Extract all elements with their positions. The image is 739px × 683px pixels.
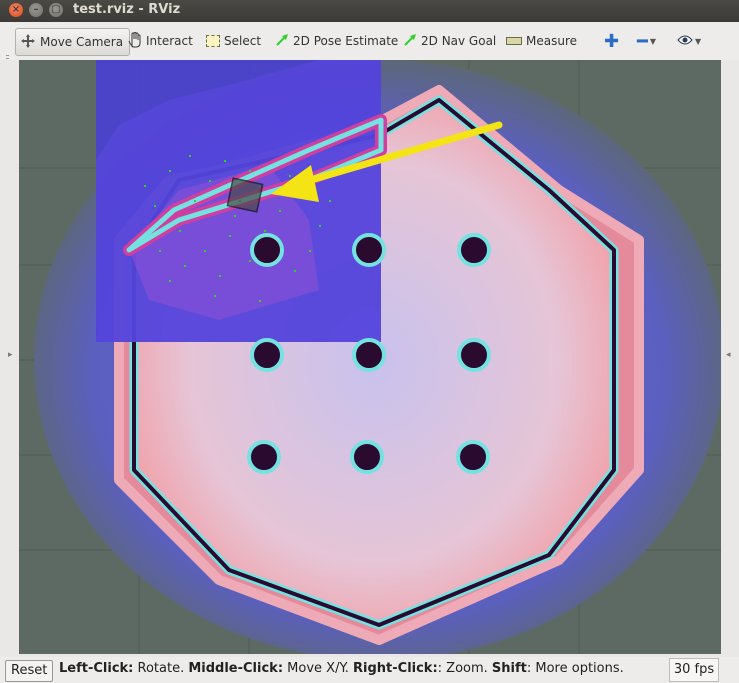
add-tool-button[interactable]: ✚ <box>604 28 619 54</box>
chevron-down-icon: ▼ <box>649 36 656 46</box>
interact-tool-button[interactable]: Interact <box>128 28 193 54</box>
help-left-click-val: Rotate. <box>133 661 189 676</box>
close-window-button[interactable]: × <box>9 3 23 17</box>
costmap-render[interactable] <box>19 60 721 654</box>
nav-goal-tool-button[interactable]: 2D Nav Goal <box>404 28 496 54</box>
measure-label: Measure <box>526 34 577 48</box>
nav-goal-label: 2D Nav Goal <box>421 34 497 48</box>
help-right-click-key: Right-Click: <box>353 661 438 676</box>
select-icon <box>206 35 220 47</box>
help-shift-key: Shift <box>491 661 527 676</box>
move-camera-label: Move Camera <box>40 35 124 49</box>
window-title: test.rviz - RViz <box>73 2 181 17</box>
expand-right-icon[interactable]: ◂ <box>726 350 731 360</box>
right-dock-handle[interactable]: ◂ <box>721 60 739 654</box>
help-left-click-key: Left-Click: <box>59 661 134 676</box>
remove-tool-button[interactable]: ━ ▼ <box>637 28 656 54</box>
chevron-down-icon: ▼ <box>695 36 702 46</box>
move-camera-icon <box>20 33 36 52</box>
hand-icon <box>128 31 142 51</box>
title-bar: × – ▢ test.rviz - RViz <box>0 0 739 22</box>
fps-readout: 30 fps <box>669 658 719 682</box>
status-bar: Reset Left-Click: Rotate. Middle-Click: … <box>0 657 739 683</box>
move-camera-tool-button[interactable]: Move Camera <box>15 28 131 56</box>
interact-label: Interact <box>146 34 193 48</box>
view-options-button[interactable]: ▼ <box>677 28 701 54</box>
help-right-click-val: : Zoom. <box>437 661 492 676</box>
left-dock-handle[interactable]: ▸ <box>0 60 19 654</box>
maximize-window-button[interactable]: ▢ <box>49 3 63 17</box>
select-label: Select <box>224 34 262 48</box>
help-shift-val: : More options. <box>526 661 624 676</box>
pose-estimate-arrow-icon <box>276 33 289 49</box>
main-toolbar: Move Camera Interact Select 2D Pose Esti… <box>0 22 739 71</box>
expand-left-icon[interactable]: ▸ <box>8 350 13 360</box>
reset-button[interactable]: Reset <box>5 660 54 682</box>
eye-icon <box>677 34 693 49</box>
nav-goal-arrow-icon <box>404 33 417 49</box>
minimize-window-button[interactable]: – <box>29 3 43 17</box>
pose-estimate-label: 2D Pose Estimate <box>293 34 399 48</box>
3d-render-view[interactable] <box>19 60 721 654</box>
measure-tool-button[interactable]: Measure <box>506 28 577 54</box>
pose-estimate-tool-button[interactable]: 2D Pose Estimate <box>276 28 398 54</box>
help-middle-click-key: Middle-Click: <box>188 661 284 676</box>
help-middle-click-val: Move X/Y. <box>283 661 354 676</box>
select-tool-button[interactable]: Select <box>206 28 261 54</box>
plus-icon: ✚ <box>604 30 620 52</box>
help-text: Left-Click: Rotate. Middle-Click: Move X… <box>59 661 624 676</box>
minus-icon: ━ <box>637 30 648 52</box>
measure-icon <box>506 37 522 45</box>
